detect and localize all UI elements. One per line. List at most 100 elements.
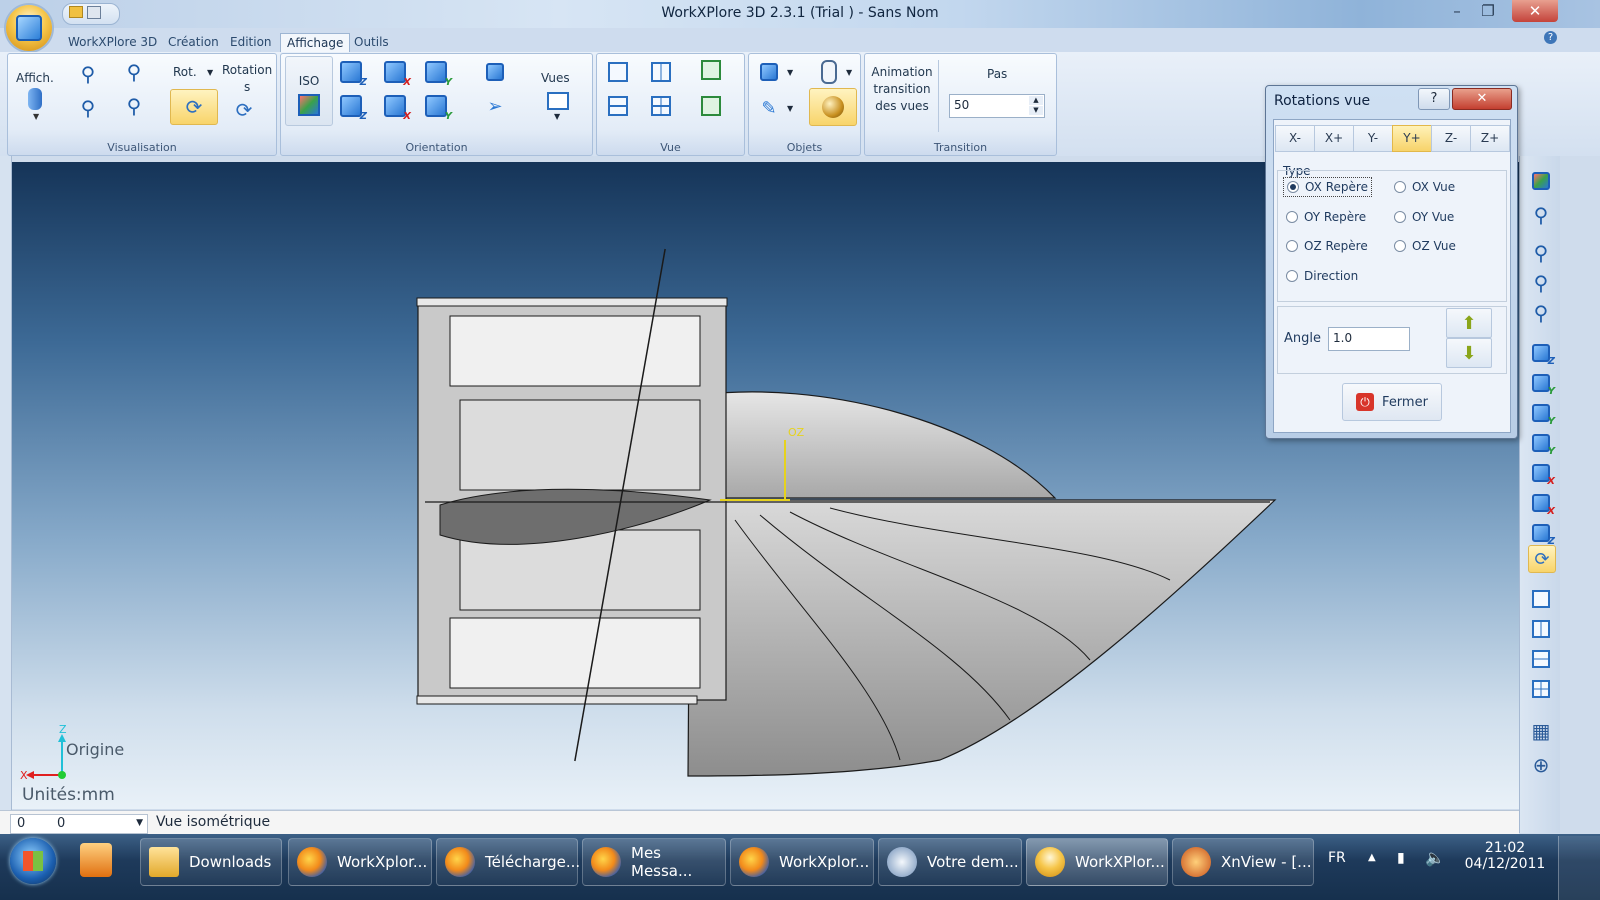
split-vertical-tool-icon[interactable] bbox=[1528, 616, 1554, 642]
network-icon[interactable]: ▮ bbox=[1397, 850, 1405, 866]
status-bar: 0 0 ▼ Vue isométrique bbox=[0, 810, 1519, 835]
language-indicator[interactable]: FR bbox=[1328, 850, 1346, 866]
view-xplus-tool-icon[interactable]: X bbox=[1528, 460, 1555, 487]
taskbar-label: XnView - [... bbox=[1221, 853, 1312, 871]
taskbar-label: Mes Messa... bbox=[631, 844, 693, 880]
taskbar-item-firefox-4[interactable]: WorkXplor... bbox=[730, 838, 874, 886]
taskbar-label: WorkXplor... bbox=[337, 853, 428, 871]
clock-date: 04/12/2011 bbox=[1464, 856, 1546, 872]
split-horizontal-tool-icon[interactable] bbox=[1528, 646, 1554, 672]
arrow-down-icon: ⬇ bbox=[1461, 342, 1477, 364]
triad-oz-label: OZ bbox=[788, 426, 805, 439]
dialog-help-button[interactable]: ? bbox=[1418, 88, 1450, 110]
dialog-close-icon[interactable]: ✕ bbox=[1452, 88, 1512, 110]
combo-dropdown-icon[interactable]: ▼ bbox=[136, 818, 143, 828]
clock-time: 21:02 bbox=[1484, 840, 1526, 856]
radio-indicator bbox=[1287, 181, 1299, 193]
radio-oz-repere-label: OZ Repère bbox=[1304, 239, 1368, 253]
radio-ox-repere-label: OX Repère bbox=[1305, 180, 1368, 194]
axis-z-label: Z bbox=[59, 723, 67, 736]
firefox-icon bbox=[739, 847, 769, 877]
iso-view-tool-icon[interactable] bbox=[1528, 168, 1554, 194]
taskbar-label: Télécharge... bbox=[485, 853, 581, 871]
arrow-up-icon: ⬆ bbox=[1461, 312, 1477, 334]
taskbar-item-downloads[interactable]: Downloads bbox=[140, 838, 282, 886]
view-yplus-tool-icon[interactable]: Y bbox=[1528, 370, 1555, 397]
radio-direction[interactable]: Direction bbox=[1286, 269, 1358, 283]
angle-input[interactable]: 1.0 bbox=[1328, 327, 1410, 351]
zoom-in-tool-icon[interactable]: ⚲ bbox=[1528, 270, 1554, 296]
media-player-icon[interactable] bbox=[80, 843, 112, 877]
angle-label: Angle bbox=[1284, 331, 1321, 346]
show-hidden-icons-icon[interactable]: ▲ bbox=[1368, 852, 1376, 863]
taskbar-item-firefox-2[interactable]: Télécharge... bbox=[436, 838, 581, 886]
firefox-icon bbox=[297, 847, 327, 877]
crosshair-icon[interactable]: ⊕ bbox=[1528, 752, 1554, 778]
view-yalt-tool-icon[interactable]: Y bbox=[1528, 430, 1555, 457]
radio-oy-vue-label: OY Vue bbox=[1412, 210, 1455, 224]
radio-indicator bbox=[1286, 270, 1298, 282]
axis-xminus-button[interactable]: X- bbox=[1275, 125, 1315, 152]
quad-view-tool-icon[interactable] bbox=[1528, 676, 1554, 702]
radio-indicator bbox=[1394, 211, 1406, 223]
firefox-icon bbox=[591, 847, 621, 877]
axis-zminus-button[interactable]: Z- bbox=[1431, 125, 1471, 152]
rotation-tool-icon[interactable]: ⟳ bbox=[1528, 545, 1556, 573]
clock[interactable]: 21:02 04/12/2011 bbox=[1460, 840, 1550, 872]
fermer-label: Fermer bbox=[1382, 394, 1428, 410]
windows-logo-icon bbox=[23, 851, 43, 871]
radio-oz-repere[interactable]: OZ Repère bbox=[1286, 239, 1368, 253]
radio-indicator bbox=[1394, 181, 1406, 193]
radio-ox-vue[interactable]: OX Vue bbox=[1394, 180, 1455, 194]
coord-field2: 0 bbox=[57, 816, 66, 831]
taskbar-item-firefox-3[interactable]: Mes Messa... bbox=[582, 838, 726, 886]
volume-icon[interactable]: 🔈 bbox=[1425, 848, 1445, 867]
radio-oy-vue[interactable]: OY Vue bbox=[1394, 210, 1454, 224]
radio-ox-repere[interactable]: OX Repère bbox=[1283, 177, 1372, 197]
radio-ox-vue-label: OX Vue bbox=[1412, 180, 1456, 194]
origin-label: Origine bbox=[66, 740, 125, 759]
angle-increase-button[interactable]: ⬆ bbox=[1446, 308, 1492, 338]
axis-zplus-button[interactable]: Z+ bbox=[1470, 125, 1510, 152]
radio-oy-repere[interactable]: OY Repère bbox=[1286, 210, 1366, 224]
view-zplus-tool-icon[interactable]: Z bbox=[1528, 340, 1555, 367]
view-xminus-tool-icon[interactable]: X bbox=[1528, 490, 1555, 517]
taskbar-item-thunderbird[interactable]: Votre dem... bbox=[878, 838, 1022, 886]
axis-yplus-button[interactable]: Y+ bbox=[1392, 125, 1432, 152]
power-icon: ⏻ bbox=[1356, 393, 1375, 411]
workxplore-icon bbox=[1035, 847, 1065, 877]
xnview-icon bbox=[1181, 847, 1211, 877]
taskbar-label: Votre dem... bbox=[927, 853, 1019, 871]
taskbar-item-firefox-1[interactable]: WorkXplor... bbox=[288, 838, 432, 886]
axis-xplus-button[interactable]: X+ bbox=[1314, 125, 1354, 152]
zoom-fit-tool-icon[interactable]: ⚲ bbox=[1528, 240, 1554, 266]
taskbar-label: Downloads bbox=[189, 853, 272, 871]
taskbar-label: WorkXplor... bbox=[779, 853, 870, 871]
zoom-out-tool-icon[interactable]: ⚲ bbox=[1528, 300, 1554, 326]
axis-yminus-button[interactable]: Y- bbox=[1353, 125, 1393, 152]
left-splitter[interactable] bbox=[0, 156, 12, 810]
zoom-window-tool-icon[interactable]: ⚲ bbox=[1528, 202, 1554, 228]
taskbar-label: WorkXPlor... bbox=[1075, 853, 1165, 871]
radio-direction-label: Direction bbox=[1304, 269, 1359, 283]
coordinate-combo[interactable]: 0 0 ▼ bbox=[10, 814, 148, 834]
radio-oy-repere-label: OY Repère bbox=[1304, 210, 1367, 224]
units-label: Unités:mm bbox=[22, 785, 115, 805]
radio-oz-vue[interactable]: OZ Vue bbox=[1394, 239, 1456, 253]
view-yminus-tool-icon[interactable]: Y bbox=[1528, 400, 1555, 427]
radio-oz-vue-label: OZ Vue bbox=[1412, 239, 1456, 253]
firefox-icon bbox=[445, 847, 475, 877]
grid-icon[interactable]: ▦ bbox=[1528, 718, 1554, 744]
dialog-body: X- X+ Y- Y+ Z- Z+ Type OX Repère OX Vue … bbox=[1273, 119, 1511, 433]
angle-value: 1.0 bbox=[1333, 331, 1353, 345]
taskbar-item-xnview[interactable]: XnView - [... bbox=[1172, 838, 1314, 886]
start-button[interactable] bbox=[10, 838, 56, 884]
view-zminus-tool-icon[interactable]: Z bbox=[1528, 520, 1555, 547]
radio-indicator bbox=[1394, 240, 1406, 252]
fermer-button[interactable]: ⏻ Fermer bbox=[1342, 383, 1442, 421]
taskbar-item-workxplore[interactable]: WorkXPlor... bbox=[1026, 838, 1168, 886]
angle-decrease-button[interactable]: ⬇ bbox=[1446, 338, 1492, 368]
axis-x-label: X bbox=[20, 769, 28, 782]
show-desktop-button[interactable] bbox=[1558, 836, 1600, 900]
single-view-tool-icon[interactable] bbox=[1528, 586, 1554, 612]
